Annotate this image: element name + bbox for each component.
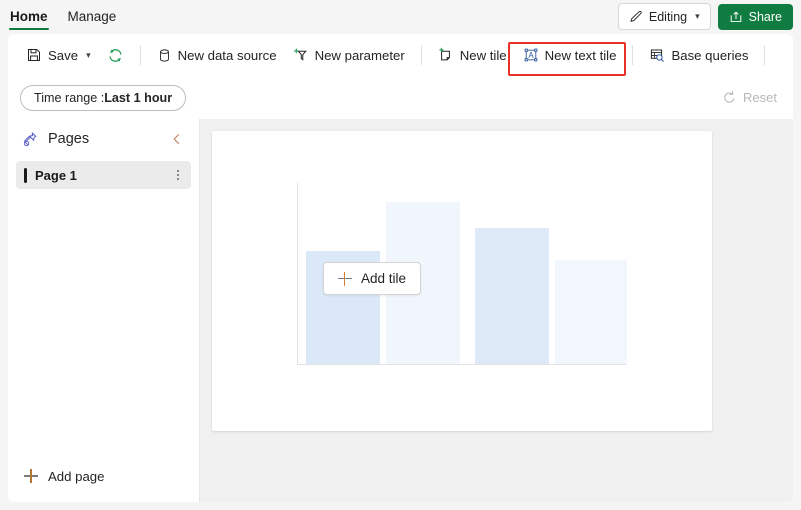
pages-title: Pages bbox=[48, 131, 90, 147]
chart-y-axis bbox=[297, 183, 298, 365]
page-item-label: Page 1 bbox=[35, 167, 77, 183]
filter-bar: Time range : Last 1 hour Reset bbox=[8, 76, 793, 119]
add-tile-button[interactable]: Add tile bbox=[323, 262, 422, 295]
svg-text:A: A bbox=[528, 51, 534, 60]
save-floppy-icon bbox=[26, 47, 42, 63]
command-separator bbox=[764, 45, 766, 65]
selected-indicator bbox=[24, 167, 27, 183]
pencil-icon bbox=[629, 10, 643, 24]
new-tile-button[interactable]: New tile bbox=[430, 41, 515, 69]
tab-home[interactable]: Home bbox=[0, 1, 58, 32]
chevron-down-icon: ▾ bbox=[695, 11, 700, 21]
save-label: Save bbox=[48, 47, 79, 63]
chart-x-axis bbox=[297, 364, 627, 365]
filter-plus-icon bbox=[293, 47, 309, 63]
plus-icon bbox=[24, 469, 38, 483]
editing-label: Editing bbox=[648, 9, 688, 24]
base-queries-button[interactable]: Base queries bbox=[641, 41, 756, 69]
refresh-icon bbox=[107, 47, 124, 64]
chevron-down-icon: ▾ bbox=[86, 49, 91, 60]
new-data-source-label: New data source bbox=[177, 47, 277, 63]
command-separator bbox=[632, 45, 634, 65]
new-data-source-button[interactable]: New data source bbox=[149, 41, 285, 69]
new-parameter-label: New parameter bbox=[314, 47, 405, 63]
chevron-left-icon[interactable] bbox=[167, 131, 187, 147]
command-bar: Save ▾ New data source New parameter New… bbox=[8, 34, 793, 76]
editing-mode-button[interactable]: Editing ▾ bbox=[617, 3, 711, 30]
empty-tile-placeholder: Add tile bbox=[212, 131, 712, 431]
pin-off-icon[interactable] bbox=[22, 131, 39, 148]
add-tile-label: Add tile bbox=[361, 271, 407, 286]
reset-label: Reset bbox=[743, 90, 777, 105]
reset-icon bbox=[722, 90, 737, 105]
add-page-button[interactable]: Add page bbox=[8, 458, 199, 494]
refresh-button[interactable] bbox=[99, 41, 132, 69]
new-parameter-button[interactable]: New parameter bbox=[285, 41, 413, 69]
add-page-label: Add page bbox=[48, 468, 105, 484]
time-range-filter[interactable]: Time range : Last 1 hour bbox=[20, 84, 187, 111]
dashboard-body: Pages Page 1 Add page Add tile bbox=[8, 119, 793, 502]
plus-icon bbox=[338, 271, 352, 286]
command-separator bbox=[139, 45, 141, 65]
more-vertical-icon[interactable] bbox=[173, 168, 183, 182]
new-text-tile-button[interactable]: A New text tile bbox=[515, 41, 625, 69]
dashboard-app: Home Manage Editing ▾ Share Save ▾ New d… bbox=[0, 0, 801, 510]
command-separator bbox=[420, 45, 422, 65]
share-label: Share bbox=[748, 9, 782, 24]
base-queries-icon bbox=[649, 47, 665, 63]
reset-filters-button[interactable]: Reset bbox=[722, 90, 781, 105]
save-button[interactable]: Save ▾ bbox=[18, 41, 99, 69]
dashboard-canvas[interactable]: Add tile bbox=[200, 119, 793, 502]
time-range-prefix: Time range : bbox=[34, 90, 105, 105]
new-tile-icon bbox=[438, 47, 454, 63]
text-tile-icon: A bbox=[523, 47, 539, 63]
time-range-value: Last 1 hour bbox=[104, 90, 173, 105]
tab-manage-label: Manage bbox=[67, 9, 117, 24]
tab-home-label: Home bbox=[10, 9, 48, 24]
tab-manage[interactable]: Manage bbox=[58, 1, 127, 32]
new-tile-label: New tile bbox=[459, 47, 507, 63]
base-queries-label: Base queries bbox=[671, 47, 749, 63]
share-icon bbox=[729, 10, 743, 24]
new-text-tile-label: New text tile bbox=[544, 47, 617, 63]
ribbon-tab-strip: Home Manage Editing ▾ Share bbox=[0, 0, 801, 33]
pages-sidebar: Pages Page 1 Add page bbox=[8, 119, 200, 502]
page-list-item[interactable]: Page 1 bbox=[16, 161, 191, 189]
pages-header: Pages bbox=[8, 119, 199, 159]
chart-bar bbox=[475, 228, 549, 364]
share-button[interactable]: Share bbox=[717, 3, 793, 30]
chart-bar bbox=[555, 260, 627, 364]
database-icon bbox=[157, 48, 172, 63]
